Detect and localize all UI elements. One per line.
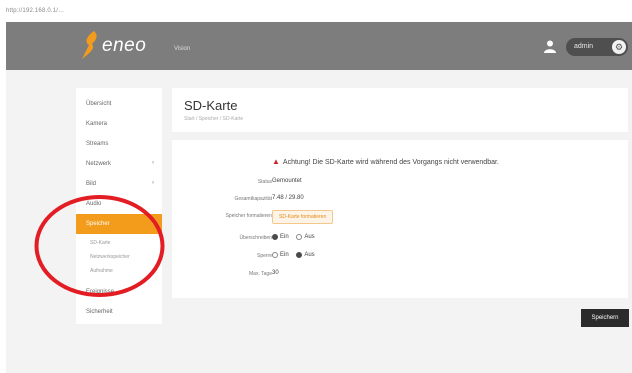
breadcrumb: Start / Speicher / SD-Karte <box>184 116 244 122</box>
sidebar-item-label: Kamera <box>86 121 108 127</box>
warning-icon: ▲ <box>272 157 280 166</box>
sd-card-settings-form: ▲ Achtung! Die SD-Karte wird während des … <box>172 140 628 298</box>
lock-off-radio[interactable] <box>296 252 303 258</box>
lock-on-label: Ein <box>280 252 289 258</box>
username-label: admin <box>574 43 594 50</box>
overwrite-on-radio[interactable] <box>272 234 278 240</box>
address-text: http://192.168.0.1/… <box>6 8 65 14</box>
browser-bar: http://192.168.0.1/… <box>0 0 632 22</box>
brand-logo[interactable]: eneo <box>102 35 146 57</box>
capacity-row: Gesamtkapazität 7.48 / 29.80 <box>172 193 628 207</box>
status-label: Status <box>257 179 272 185</box>
chevron-right-icon: › <box>152 180 154 186</box>
lock-options: Ein Aus <box>272 252 321 259</box>
page-title: SD-Karte <box>184 98 238 113</box>
sidebar-item-security[interactable]: Sicherheit <box>76 302 162 322</box>
sidebar-item-image[interactable]: Bild › <box>76 174 162 194</box>
capacity-label: Gesamtkapazität <box>234 196 272 202</box>
sidebar-item-network[interactable]: Netzwerk › <box>76 154 162 174</box>
user-icon[interactable] <box>543 39 557 53</box>
user-menu-button[interactable]: admin ⚙ <box>566 38 628 56</box>
sidebar-item-streams[interactable]: Streams <box>76 134 162 154</box>
sidebar-item-label: Sicherheit <box>86 309 113 315</box>
lock-label: Sperre <box>256 253 272 259</box>
sidebar-item-label: Streams <box>86 141 109 147</box>
sidebar-item-label: Übersicht <box>86 101 112 107</box>
sidebar-item-camera[interactable]: Kamera <box>76 114 162 134</box>
overwrite-off-label: Aus <box>304 234 315 240</box>
sidebar-item-overview[interactable]: Übersicht <box>76 94 162 114</box>
lock-row: Sperre Ein Aus <box>172 250 628 264</box>
max-days-value[interactable]: 30 <box>272 270 279 276</box>
chevron-right-icon: › <box>152 160 154 166</box>
overwrite-on-label: Ein <box>280 234 289 240</box>
sidebar-item-label: Netzwerk <box>86 161 112 167</box>
overwrite-off-radio[interactable] <box>296 234 303 240</box>
status-value: Gemountet <box>272 178 302 184</box>
page-header-card: SD-Karte Start / Speicher / SD-Karte <box>172 88 628 132</box>
max-days-label: Max. Tage <box>249 271 272 277</box>
lock-off-label: Aus <box>304 252 315 258</box>
sidebar-item-label: Bild <box>86 181 97 187</box>
format-button[interactable]: SD-Karte formatieren <box>272 210 334 224</box>
warning-text: Achtung! Die SD-Karte wird während des V… <box>282 159 499 166</box>
overwrite-label: Überschreiben <box>239 235 272 241</box>
save-button[interactable]: Speichern <box>581 309 629 327</box>
max-days-row: Max. Tage 30 <box>172 268 628 282</box>
gear-icon[interactable]: ⚙ <box>612 40 626 54</box>
red-annotation-ellipse <box>34 195 165 297</box>
overwrite-row: Überschreiben Ein Aus <box>172 232 628 246</box>
lock-on-radio[interactable] <box>272 252 278 258</box>
warning-message: ▲ Achtung! Die SD-Karte wird während des … <box>272 157 499 166</box>
brand-subtitle: Vision <box>174 46 191 52</box>
status-row: Status Gemountet <box>172 176 628 190</box>
top-header: eneo Vision admin ⚙ <box>6 22 632 70</box>
format-row: Speicher formatieren SD-Karte formatiere… <box>172 210 628 224</box>
overwrite-options: Ein Aus <box>272 234 321 241</box>
eneo-logo-icon <box>82 31 97 59</box>
capacity-value: 7.48 / 29.80 <box>272 195 304 201</box>
format-label: Speicher formatieren <box>225 213 272 219</box>
